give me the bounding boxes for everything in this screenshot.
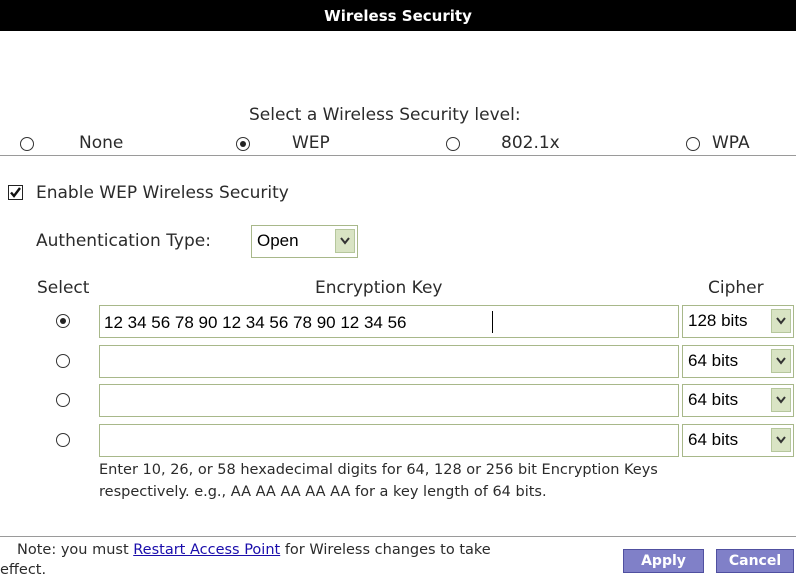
radio-wpa[interactable] bbox=[686, 137, 700, 151]
page-title: Wireless Security bbox=[324, 6, 472, 25]
label-wpa: WPA bbox=[712, 133, 750, 153]
cipher-select-4[interactable]: 64 bits bbox=[682, 424, 794, 457]
encryption-key-input-1[interactable]: 12 34 56 78 90 12 34 56 78 90 12 34 56 bbox=[99, 305, 679, 338]
cipher-value-3: 64 bits bbox=[688, 390, 739, 409]
column-encryption-key: Encryption Key bbox=[315, 278, 443, 298]
chevron-down-icon bbox=[771, 428, 791, 452]
enable-wep-label: Enable WEP Wireless Security bbox=[36, 183, 289, 203]
encryption-key-input-4[interactable] bbox=[99, 424, 679, 457]
cipher-value-2: 64 bits bbox=[688, 351, 739, 370]
key-select-radio-3[interactable] bbox=[56, 393, 70, 407]
apply-button[interactable]: Apply bbox=[623, 549, 704, 573]
auth-type-label: Authentication Type: bbox=[36, 231, 211, 251]
checkmark-icon bbox=[10, 187, 21, 198]
auth-type-value: Open bbox=[257, 231, 299, 250]
encryption-key-input-2[interactable] bbox=[99, 345, 679, 378]
title-bar: Wireless Security bbox=[0, 0, 796, 31]
chevron-down-icon bbox=[771, 349, 791, 373]
label-wep: WEP bbox=[292, 133, 330, 153]
cipher-value-1: 128 bits bbox=[688, 311, 748, 330]
restart-access-point-link[interactable]: Restart Access Point bbox=[133, 542, 280, 558]
column-select: Select bbox=[37, 278, 90, 298]
column-cipher: Cipher bbox=[708, 278, 764, 298]
cancel-button[interactable]: Cancel bbox=[716, 549, 794, 573]
cipher-select-1[interactable]: 128 bits bbox=[682, 305, 794, 338]
footer-note: Note: you must Restart Access Point for … bbox=[17, 542, 491, 558]
divider-top bbox=[0, 155, 796, 156]
security-level-prompt: Select a Wireless Security level: bbox=[249, 105, 521, 125]
radio-wep[interactable] bbox=[236, 137, 250, 151]
chevron-down-icon bbox=[335, 229, 355, 253]
cipher-select-2[interactable]: 64 bits bbox=[682, 345, 794, 378]
divider-bottom bbox=[0, 536, 796, 537]
chevron-down-icon bbox=[771, 309, 791, 333]
enable-wep-checkbox[interactable] bbox=[8, 185, 23, 200]
key-select-radio-4[interactable] bbox=[56, 433, 70, 447]
encryption-key-value-1: 12 34 56 78 90 12 34 56 78 90 12 34 56 bbox=[104, 313, 407, 332]
cipher-select-3[interactable]: 64 bits bbox=[682, 384, 794, 417]
encryption-key-input-3[interactable] bbox=[99, 384, 679, 417]
chevron-down-icon bbox=[771, 388, 791, 412]
text-caret bbox=[492, 311, 493, 333]
footer-note-line2: effect. bbox=[0, 562, 47, 578]
key-select-radio-1[interactable] bbox=[56, 314, 70, 328]
auth-type-select[interactable]: Open bbox=[251, 225, 358, 258]
key-select-radio-2[interactable] bbox=[56, 354, 70, 368]
footer-note-suffix: for Wireless changes to take bbox=[280, 542, 491, 558]
key-help-text: Enter 10, 26, or 58 hexadecimal digits f… bbox=[99, 462, 658, 500]
label-none: None bbox=[79, 133, 124, 153]
cipher-value-4: 64 bits bbox=[688, 430, 739, 449]
radio-8021x[interactable] bbox=[446, 137, 460, 151]
radio-none[interactable] bbox=[20, 137, 34, 151]
footer-note-prefix: Note: you must bbox=[17, 542, 134, 558]
label-8021x: 802.1x bbox=[501, 133, 560, 153]
